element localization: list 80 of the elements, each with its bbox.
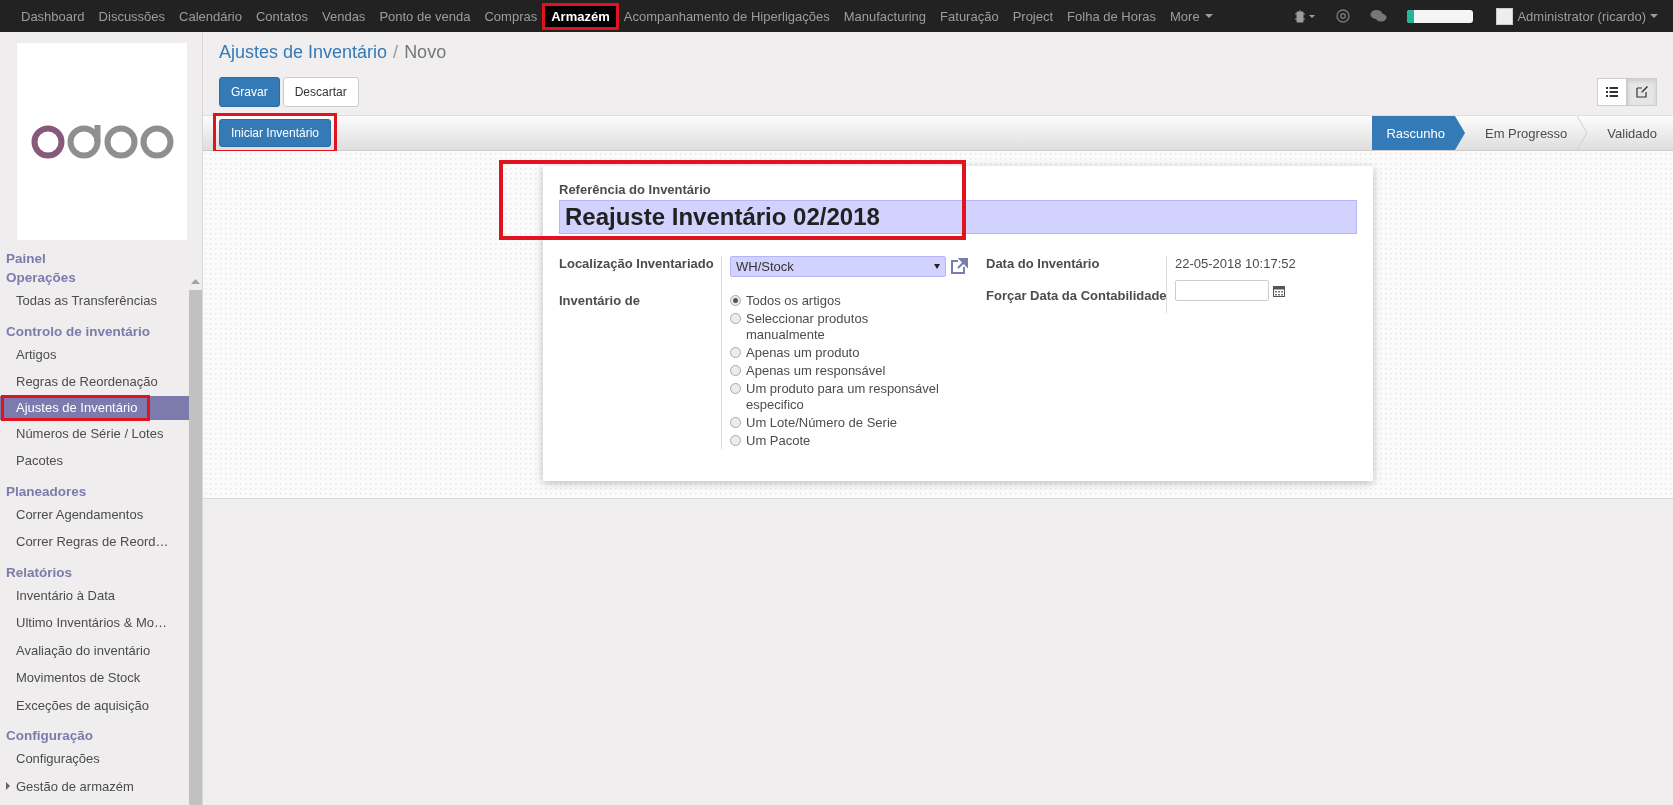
menu-item[interactable]: Vendas xyxy=(315,4,373,28)
menu-section-title: Controlo de inventário xyxy=(5,322,151,341)
sidebar-item[interactable]: Regras de Reordenação xyxy=(0,368,189,396)
menu-section-title: Operações xyxy=(5,269,77,287)
sidebar-item[interactable]: Ultimo Inventários & Mo… xyxy=(0,609,189,637)
sidebar-item[interactable]: Artigos xyxy=(0,340,189,368)
view-switch-button[interactable] xyxy=(1597,78,1627,106)
menu-section-title: Painel xyxy=(5,250,47,268)
progress-bar xyxy=(1407,9,1474,23)
field-label: Inventário de xyxy=(559,293,641,308)
field-label: Referência do Inventário xyxy=(559,182,712,197)
breadcrumb-current: Novo xyxy=(404,42,447,63)
menu-section-title: Relatórios xyxy=(5,563,74,582)
menu-item[interactable]: Acompanhamento de Hiperligações xyxy=(616,4,837,28)
sidebar-item[interactable]: Exceções de aquisição xyxy=(0,691,189,719)
date-value: 22-05-2018 10:17:52 xyxy=(1175,256,1297,271)
menu-item[interactable]: Discussões xyxy=(91,4,173,28)
menu-item[interactable]: Dashboard xyxy=(14,4,92,28)
calendar-icon[interactable] xyxy=(1273,284,1285,297)
radio-option[interactable]: Apenas um produto xyxy=(730,345,950,361)
menu-item[interactable]: Ponto de venda xyxy=(372,4,478,28)
radio-option[interactable]: Um Lote/Número de Serie xyxy=(730,415,950,431)
location-select[interactable]: WH/Stock xyxy=(730,256,946,277)
field-label: Localização Inventariado xyxy=(559,256,715,271)
start-inventory-button[interactable]: Iniciar Inventário xyxy=(219,119,332,147)
field-label: Data do Inventário xyxy=(986,256,1101,273)
external-link-icon[interactable] xyxy=(950,258,968,275)
bug-icon[interactable] xyxy=(1294,9,1317,23)
menu-item[interactable]: Compras xyxy=(477,4,545,28)
discard-button[interactable]: Descartar xyxy=(282,77,359,107)
scroll-up-icon[interactable] xyxy=(191,278,200,284)
sidebar-item[interactable]: Todas as Transferências xyxy=(0,287,189,315)
caret-icon[interactable] xyxy=(6,782,10,791)
sidebar-item[interactable]: Correr Agendamentos xyxy=(0,500,189,528)
radio-button[interactable] xyxy=(730,313,741,324)
menu-section-title: Planeadores xyxy=(5,482,88,501)
view-switch-button[interactable] xyxy=(1627,78,1657,106)
status-stage[interactable]: Validado xyxy=(1587,116,1673,150)
radio-option[interactable]: Seleccionar produtos manualmente xyxy=(730,311,950,343)
field-label: Forçar Data da Contabilidade xyxy=(986,287,1166,305)
user-menu[interactable]: Administrator (ricardo) xyxy=(1489,3,1665,29)
sidebar-item[interactable]: Movimentos de Stock xyxy=(0,664,189,692)
stage-arrow-icon xyxy=(1455,116,1465,150)
date-input[interactable] xyxy=(1175,280,1269,301)
radio-option[interactable]: Um Pacote xyxy=(730,433,950,449)
reference-input[interactable]: Reajuste Inventário 02/2018 xyxy=(559,200,1357,234)
sidebar-item[interactable]: Números de Série / Lotes xyxy=(0,419,189,447)
scrollbar-thumb[interactable] xyxy=(189,290,202,805)
at-icon[interactable] xyxy=(1336,9,1351,23)
radio-button[interactable] xyxy=(730,417,741,428)
menu-item[interactable]: Calendário xyxy=(172,4,249,28)
menu-item[interactable]: Armazém xyxy=(544,4,617,28)
menu-section-title: Configuração xyxy=(5,727,94,745)
more-menu[interactable]: More xyxy=(1163,4,1220,28)
save-button[interactable]: Gravar xyxy=(219,77,280,107)
menu-item[interactable]: Contatos xyxy=(248,4,315,28)
chat-icon[interactable] xyxy=(1370,9,1388,23)
menu-item[interactable]: Manufacturing xyxy=(836,4,934,28)
radio-button[interactable] xyxy=(730,383,741,394)
menu-item[interactable]: Project xyxy=(1005,4,1061,28)
sidebar-item[interactable]: Inventário à Data xyxy=(0,581,189,609)
sidebar-item[interactable]: Gestão de armazém xyxy=(0,772,189,800)
sidebar-item[interactable]: Avaliação do inventário xyxy=(0,636,189,664)
edit-icon xyxy=(1636,86,1648,98)
radio-option[interactable]: Apenas um responsável xyxy=(730,363,950,379)
sidebar-item[interactable]: Pacotes xyxy=(0,447,189,475)
sidebar-item[interactable]: Correr Regras de Reord… xyxy=(0,528,189,556)
breadcrumb-link[interactable]: Ajustes de Inventário xyxy=(219,42,388,63)
menu-item[interactable]: Folha de Horas xyxy=(1060,4,1163,28)
menu-item[interactable]: Faturação xyxy=(933,4,1006,28)
list-view-icon xyxy=(1606,87,1618,97)
radio-button[interactable] xyxy=(730,295,741,306)
radio-button[interactable] xyxy=(730,435,741,446)
radio-option[interactable]: Um produto para um responsável especifico xyxy=(730,381,950,413)
breadcrumb-separator: / xyxy=(393,42,399,63)
sidebar-item[interactable]: Configurações xyxy=(0,745,189,773)
radio-option[interactable]: Todos os artigos xyxy=(730,293,950,309)
radio-button[interactable] xyxy=(730,365,741,376)
status-stage[interactable]: Em Progresso xyxy=(1465,116,1578,150)
radio-button[interactable] xyxy=(730,347,741,358)
